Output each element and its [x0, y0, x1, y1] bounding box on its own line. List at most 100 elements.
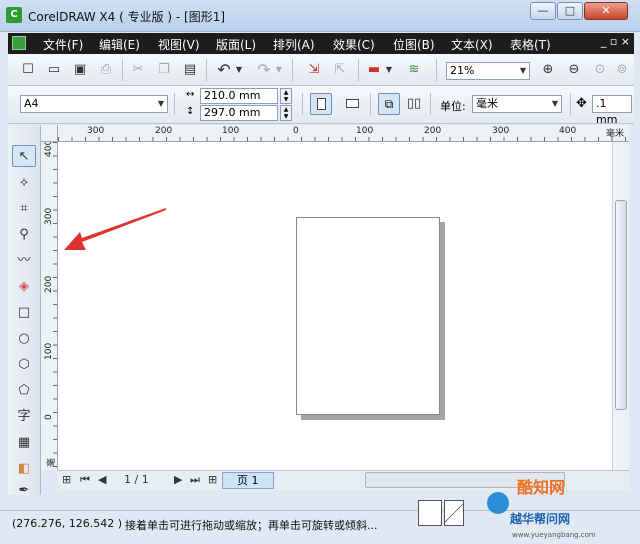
redo-dropdown-icon[interactable]: ▼ — [274, 60, 284, 80]
crop-tool-icon[interactable]: ⌗ — [12, 198, 36, 220]
current-page-icon[interactable]: ▯▯ — [404, 94, 424, 114]
close-button[interactable]: ✕ — [584, 2, 628, 20]
last-page-icon[interactable]: ⏭ — [190, 473, 200, 487]
height-spinner[interactable]: ▲ ▼ — [280, 105, 292, 121]
zoom-selected-icon[interactable]: ⊙ — [590, 60, 610, 80]
zoom-level-value: 21% — [450, 64, 475, 77]
annotation-arrow — [64, 208, 166, 250]
ruler-tick-label: 300 — [492, 126, 510, 136]
menu-edit[interactable]: 编辑(E) — [99, 36, 140, 53]
ellipse-tool-icon[interactable]: ○ — [12, 328, 36, 350]
paper-size-value: A4 — [24, 97, 39, 110]
text-tool-icon[interactable]: 字 — [12, 406, 36, 428]
welcome-screen-icon[interactable]: ≋ — [404, 60, 424, 80]
rectangle-tool-icon[interactable]: □ — [12, 302, 36, 324]
page-tab[interactable]: 页 1 — [222, 472, 274, 489]
ruler-origin[interactable] — [41, 125, 58, 142]
portrait-button[interactable] — [310, 93, 332, 115]
annotation-arrow-shape — [64, 208, 166, 250]
minimize-button[interactable]: — — [530, 2, 556, 20]
chevron-down-icon: ▼ — [551, 99, 558, 108]
table-tool-icon[interactable]: ▦ — [12, 432, 36, 454]
redo-icon[interactable]: ↷ — [254, 60, 274, 80]
save-icon[interactable]: ▣ — [70, 60, 90, 80]
toolbar-separator — [570, 93, 571, 115]
paste-icon[interactable]: ▤ — [180, 60, 200, 80]
import-icon[interactable]: ⇲ — [304, 60, 324, 80]
ruler-tick-label: 200 — [424, 126, 442, 136]
document-window-controls[interactable]: _ ▫ × — [601, 35, 630, 48]
smart-fill-tool-icon[interactable]: ◈ — [12, 276, 36, 298]
previous-page-icon[interactable]: ◀ — [98, 473, 106, 486]
watermark-brand-secondary: 越华帮问网 — [510, 512, 571, 526]
first-page-icon[interactable]: ⏮ — [80, 473, 90, 487]
paper-height-field[interactable]: 297.0 mm — [200, 105, 278, 121]
width-spinner[interactable]: ▲ ▼ — [280, 88, 292, 104]
watermark-url: www.yueyangbang.com — [512, 531, 596, 539]
freehand-tool-icon[interactable]: 〰 — [12, 250, 36, 272]
cursor-coordinates: (276.276, 126.542 ) — [12, 517, 123, 530]
coreldraw-app-icon[interactable]: C — [6, 7, 22, 23]
document-page[interactable] — [296, 217, 440, 415]
menu-bitmaps[interactable]: 位图(B) — [393, 36, 435, 53]
interactive-blend-tool-icon[interactable]: ◧ — [12, 458, 36, 480]
menu-effects[interactable]: 效果(C) — [333, 36, 375, 53]
polygon-tool-icon[interactable]: ⬡ — [12, 354, 36, 376]
eyedropper-tool-icon[interactable]: ✒ — [12, 480, 36, 502]
menu-file[interactable]: 文件(F) — [43, 36, 83, 53]
menu-table[interactable]: 表格(T) — [510, 36, 551, 53]
toolbar-separator — [436, 59, 437, 81]
vertical-scrollbar-thumb[interactable] — [615, 200, 627, 410]
toolbar-separator — [358, 59, 359, 81]
zoom-level-select[interactable]: 21% ▼ — [446, 62, 530, 80]
toolbar-separator — [206, 59, 207, 81]
chevron-down-icon: ▼ — [157, 99, 164, 108]
units-select[interactable]: 毫米 ▼ — [472, 95, 562, 113]
export-icon[interactable]: ⇱ — [330, 60, 350, 80]
ruler-ticks — [58, 137, 629, 141]
undo-dropdown-icon[interactable]: ▼ — [234, 60, 244, 80]
document-icon[interactable] — [12, 36, 26, 50]
pick-tool-icon[interactable]: ↖ — [12, 145, 36, 167]
vertical-ruler[interactable]: 400 300 200 100 0 毫米 — [41, 142, 58, 470]
horizontal-ruler[interactable]: 300 200 100 0 100 200 300 400 毫米 — [58, 125, 629, 142]
fill-indicator-icon — [418, 500, 442, 526]
toolbar-separator — [292, 59, 293, 81]
width-icon: ↔ — [186, 89, 195, 100]
maximize-button[interactable]: □ — [557, 2, 583, 20]
menu-view[interactable]: 视图(V) — [158, 36, 200, 53]
launcher-dropdown-icon[interactable]: ▼ — [384, 60, 394, 80]
toolbar-separator — [370, 93, 371, 115]
zoom-out-icon[interactable]: ⊖ — [564, 60, 584, 80]
print-icon[interactable]: ⎙ — [96, 60, 116, 80]
add-page-before-icon[interactable]: ⊞ — [62, 473, 71, 486]
nudge-distance-field[interactable]: .1 mm — [592, 95, 632, 126]
cut-icon[interactable]: ✂ — [128, 60, 148, 80]
ruler-tick-label: 400 — [559, 126, 577, 136]
new-document-icon[interactable]: ☐ — [18, 60, 38, 80]
zoom-fit-icon[interactable]: ⊚ — [612, 60, 632, 80]
outline-indicator-icon — [444, 500, 464, 526]
next-page-icon[interactable]: ▶ — [174, 473, 182, 486]
paper-size-select[interactable]: A4 ▼ — [20, 95, 168, 113]
paper-width-field[interactable]: 210.0 mm — [200, 88, 278, 104]
zoom-tool-icon[interactable]: ⚲ — [12, 224, 36, 246]
menu-arrange[interactable]: 排列(A) — [273, 36, 315, 53]
units-label: 单位: — [440, 100, 466, 113]
application-launcher-icon[interactable]: ▬ — [364, 60, 384, 80]
undo-icon[interactable]: ↶ — [214, 60, 234, 80]
basic-shapes-tool-icon[interactable]: ⬠ — [12, 380, 36, 402]
ruler-tick-label: 0 — [293, 126, 299, 136]
units-value: 毫米 — [476, 97, 498, 110]
menu-layout[interactable]: 版面(L) — [216, 36, 256, 53]
add-page-after-icon[interactable]: ⊞ — [208, 473, 217, 486]
toolbar-separator — [122, 59, 123, 81]
all-pages-button[interactable]: ⧉ — [378, 93, 400, 115]
watermark-logo — [487, 492, 509, 514]
landscape-button[interactable] — [342, 93, 364, 115]
zoom-in-icon[interactable]: ⊕ — [538, 60, 558, 80]
menu-text[interactable]: 文本(X) — [451, 36, 493, 53]
shape-tool-icon[interactable]: ⟡ — [12, 172, 36, 194]
copy-icon[interactable]: ❐ — [154, 60, 174, 80]
open-icon[interactable]: ▭ — [44, 60, 64, 80]
